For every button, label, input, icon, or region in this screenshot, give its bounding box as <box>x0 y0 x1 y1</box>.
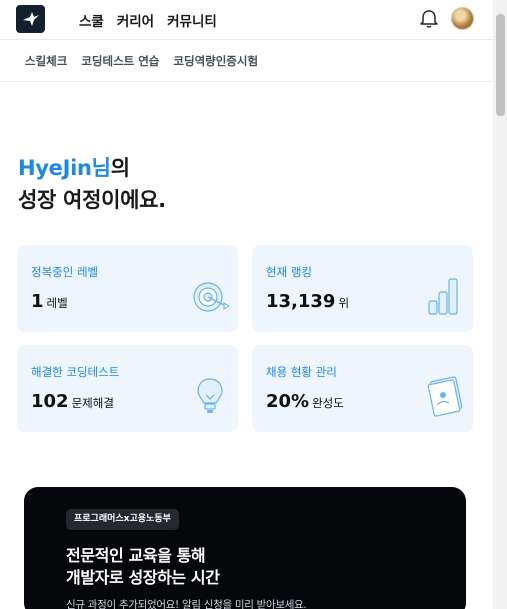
promo-title: 전문적인 교육을 통해 개발자로 성장하는 시간 <box>66 546 220 587</box>
stat-card-hiring-status[interactable]: 채용 현황 관리 20% 완성도 <box>252 345 473 432</box>
stat-label: 해결한 코딩테스트 <box>31 365 120 379</box>
bar-chart-icon <box>428 278 458 315</box>
promo-subtitle: 신규 과정이 추가되었어요! 알림 신청을 미리 받아보세요. <box>66 599 307 609</box>
stat-value: 1 레벨 <box>31 291 68 312</box>
stat-label: 정복중인 레벨 <box>31 265 99 279</box>
promo-banner[interactable]: 프로그래머스x고용노동부 전문적인 교육을 통해 개발자로 성장하는 시간 신규… <box>24 487 466 609</box>
user-name: HyeJin님 <box>18 156 111 180</box>
user-avatar[interactable] <box>451 7 474 30</box>
stat-label: 현재 랭킹 <box>266 265 312 279</box>
stat-label: 채용 현황 관리 <box>266 365 337 379</box>
subnav-item-certification-exam[interactable]: 코딩역량인증시험 <box>173 53 258 69</box>
nav-item-school[interactable]: 스쿨 <box>79 10 104 30</box>
notification-bell-icon[interactable] <box>418 8 440 30</box>
stat-card-ranking[interactable]: 현재 랭킹 13,139 위 <box>252 245 473 332</box>
greeting-line2: 성장 여정이에요. <box>18 188 166 212</box>
document-icon <box>427 376 463 417</box>
subnav-item-coding-test-practice[interactable]: 코딩테스트 연습 <box>81 53 159 69</box>
stat-value: 102 문제해결 <box>31 391 114 412</box>
stat-card-level[interactable]: 정복중인 레벨 1 레벨 <box>17 245 238 332</box>
subnav-item-skillcheck[interactable]: 스킬체크 <box>25 53 67 69</box>
nav-item-community[interactable]: 커뮤니티 <box>167 10 217 30</box>
main-nav: 스쿨 커리어 커뮤니티 <box>79 10 217 30</box>
greeting-heading: HyeJin님의 성장 여정이에요. <box>18 152 166 216</box>
greeting-suffix: 의 <box>110 156 130 180</box>
top-navigation-bar: 스쿨 커리어 커뮤니티 <box>0 0 493 40</box>
stat-card-solved-tests[interactable]: 해결한 코딩테스트 102 문제해결 <box>17 345 238 432</box>
scrollbar-thumb[interactable] <box>496 14 505 116</box>
promo-badge: 프로그래머스x고용노동부 <box>66 509 179 530</box>
stat-value: 13,139 위 <box>266 291 350 312</box>
nav-item-career[interactable]: 커리어 <box>117 10 154 30</box>
lightbulb-icon <box>197 378 223 413</box>
stat-value: 20% 완성도 <box>266 391 344 412</box>
bird-logo-icon <box>22 12 39 26</box>
sub-navigation-bar: 스킬체크 코딩테스트 연습 코딩역량인증시험 <box>0 40 493 82</box>
target-icon <box>193 282 230 312</box>
logo[interactable] <box>16 5 45 33</box>
